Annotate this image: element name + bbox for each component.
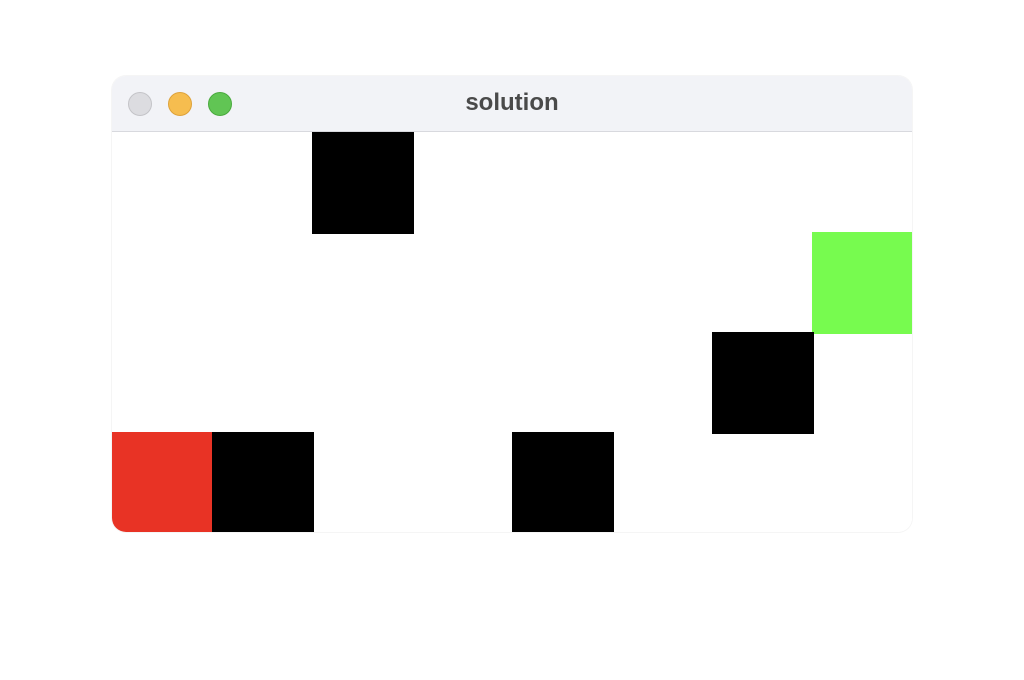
game-board bbox=[112, 132, 912, 532]
window-title: solution bbox=[465, 89, 559, 116]
wall-tile bbox=[312, 132, 414, 234]
wall-tile bbox=[712, 332, 814, 434]
wall-tile bbox=[512, 432, 614, 532]
title-bar: solution bbox=[112, 76, 912, 132]
goal-tile bbox=[812, 232, 912, 334]
app-window: solution bbox=[112, 76, 912, 532]
player-tile bbox=[112, 432, 214, 532]
wall-tile bbox=[212, 432, 314, 532]
